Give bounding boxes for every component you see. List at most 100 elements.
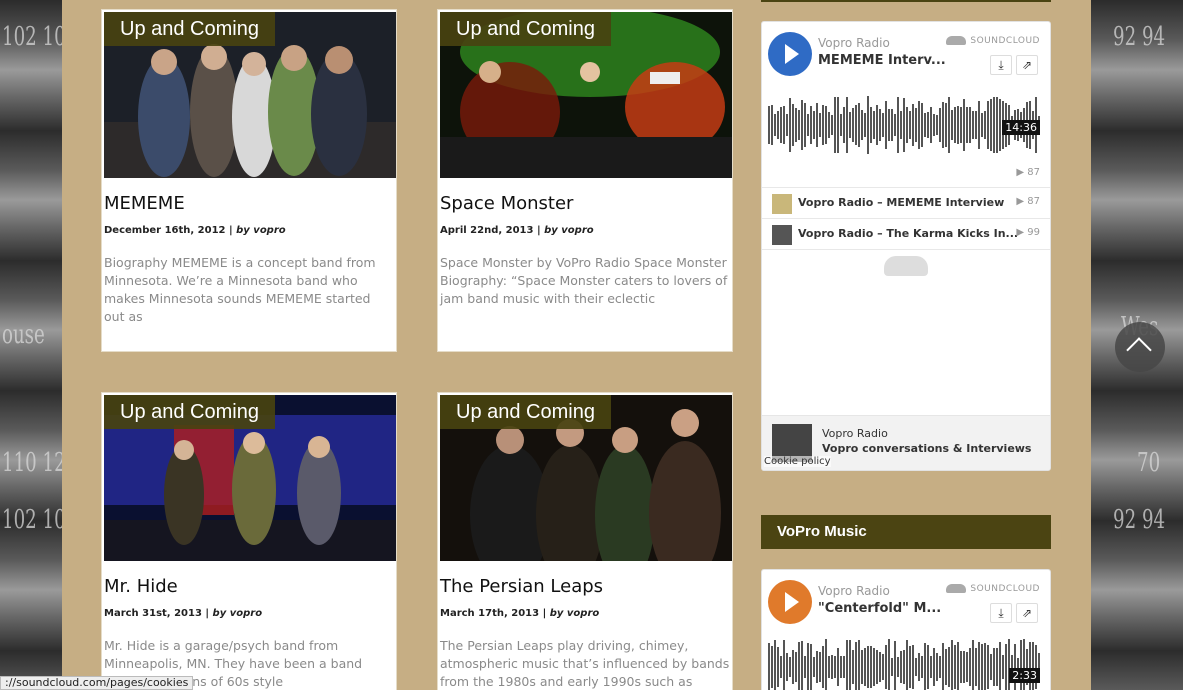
waveform-bar [966, 106, 968, 143]
player-user[interactable]: Vopro Radio [818, 36, 890, 50]
waveform-bar [999, 98, 1001, 152]
post-author[interactable]: vopro [230, 608, 262, 619]
play-button[interactable] [768, 32, 812, 76]
waveform-bar [873, 111, 875, 139]
track-name[interactable]: Vopro Radio – MEMEME Interview [798, 196, 1004, 209]
post-title[interactable]: Mr. Hide [104, 576, 178, 597]
waveform-bar [837, 96, 839, 154]
waveform-bar [939, 655, 941, 679]
dial-number: 92 94 [1113, 505, 1166, 535]
post-title[interactable]: The Persian Leaps [440, 576, 603, 597]
waveform-bar [810, 644, 812, 690]
waveform-bar [819, 652, 821, 682]
playlist-divider [762, 249, 1050, 250]
waveform-bar [876, 650, 878, 684]
post-thumbnail[interactable]: Up and Coming [104, 395, 396, 561]
waveform-bar [777, 111, 779, 139]
cookie-policy-link[interactable]: Cookie policy [764, 456, 831, 467]
post-author[interactable]: vopro [561, 225, 593, 236]
back-to-top-button[interactable] [1115, 322, 1165, 372]
track-duration: 14:36 [1002, 120, 1040, 135]
waveform-bar [810, 106, 812, 144]
waveform-bar [822, 645, 824, 689]
footer-playlist[interactable]: Vopro conversations & Interviews [822, 442, 1031, 455]
track-name[interactable]: Vopro Radio – The Karma Kicks In... [798, 227, 1018, 240]
waveform-bar [900, 111, 902, 139]
post-date: March 31st, 2013 [104, 608, 202, 619]
category-badge[interactable]: Up and Coming [440, 395, 611, 429]
background-dial-left: 102 104 ouse 110 120 102 104 [0, 0, 77, 690]
post-thumbnail[interactable]: Up and Coming [440, 12, 732, 178]
waveform-bar [828, 112, 830, 138]
waveform-bar [978, 641, 980, 690]
post-date: March 17th, 2013 [440, 608, 540, 619]
waveform-bar [849, 112, 851, 138]
post-title[interactable]: MEMEME [104, 193, 185, 214]
waveform-bar [774, 640, 776, 690]
waveform-bar [768, 106, 770, 144]
waveform-bar [870, 107, 872, 143]
waveform-bar [843, 107, 845, 143]
waveform-bar [960, 107, 962, 143]
post-author[interactable]: vopro [253, 225, 285, 236]
waveform-bar [831, 655, 833, 679]
post-card[interactable]: Up and Coming Space Monster April 22nd, … [437, 9, 733, 352]
waveform-bar [903, 650, 905, 684]
waveform-bar [861, 110, 863, 140]
waveform-bar [906, 106, 908, 144]
post-author[interactable]: vopro [567, 608, 599, 619]
waveform-bar [903, 98, 905, 152]
waveform-bar [915, 657, 917, 677]
player-user[interactable]: Vopro Radio [818, 584, 890, 598]
waveform-bar [807, 114, 809, 136]
waveform-bar [966, 651, 968, 683]
share-button[interactable]: ⇗ [1016, 55, 1038, 75]
category-badge[interactable]: Up and Coming [104, 12, 275, 46]
soundcloud-logo-text: SOUNDCLOUD [970, 36, 1040, 46]
waveform[interactable] [768, 94, 1042, 156]
waveform-bar [894, 114, 896, 136]
post-thumbnail[interactable]: Up and Coming [104, 12, 396, 178]
dial-number: 92 94 [1113, 22, 1166, 52]
soundcloud-player: Vopro Radio MEMEME Interv... SOUNDCLOUD … [761, 21, 1051, 471]
waveform-bar [873, 647, 875, 687]
post-card[interactable]: Up and Coming Mr. Hide March 31st, 2013 … [101, 392, 397, 690]
waveform-bar [795, 651, 797, 683]
waveform-bar [921, 656, 923, 678]
waveform-bar [969, 647, 971, 687]
waveform-bar [858, 639, 860, 690]
player-track-title[interactable]: MEMEME Interv... [818, 53, 946, 68]
waveform-bar [1005, 643, 1007, 690]
footer-user[interactable]: Vopro Radio [822, 427, 888, 440]
download-button[interactable]: ⤓ [990, 55, 1012, 75]
waveform-bar [894, 640, 896, 690]
category-badge[interactable]: Up and Coming [440, 12, 611, 46]
waveform[interactable] [768, 636, 1042, 690]
download-button[interactable]: ⤓ [990, 603, 1012, 623]
waveform-bar [798, 110, 800, 140]
waveform-bar [819, 112, 821, 138]
waveform-bar [804, 102, 806, 148]
post-card[interactable]: Up and Coming The Persian Leaps March 17… [437, 392, 733, 690]
status-bar-url: ://soundcloud.com/pages/cookies [0, 676, 194, 690]
waveform-bar [993, 648, 995, 686]
playlist-track[interactable]: Vopro Radio – The Karma Kicks In... ▶ 99 [762, 218, 1050, 249]
soundcloud-icon [946, 36, 967, 45]
share-button[interactable]: ⇗ [1016, 603, 1038, 623]
soundcloud-logo[interactable]: SOUNDCLOUD [946, 36, 1040, 46]
post-thumbnail[interactable]: Up and Coming [440, 395, 732, 561]
waveform-bar [963, 651, 965, 683]
waveform-bar [906, 639, 908, 690]
waveform-bar [945, 649, 947, 685]
category-badge[interactable]: Up and Coming [104, 395, 275, 429]
playlist-track[interactable]: Vopro Radio – MEMEME Interview ▶ 87 [762, 187, 1050, 218]
waveform-bar [831, 115, 833, 135]
player-track-title[interactable]: "Centerfold" M... [818, 601, 941, 616]
post-title[interactable]: Space Monster [440, 193, 573, 214]
download-icon: ⤓ [998, 606, 1004, 620]
waveform-bar [846, 639, 848, 690]
soundcloud-logo[interactable]: SOUNDCLOUD [946, 584, 1040, 594]
play-button[interactable] [768, 580, 812, 624]
waveform-bar [795, 107, 797, 143]
post-card[interactable]: Up and Coming MEMEME December 16th, 2012… [101, 9, 397, 352]
